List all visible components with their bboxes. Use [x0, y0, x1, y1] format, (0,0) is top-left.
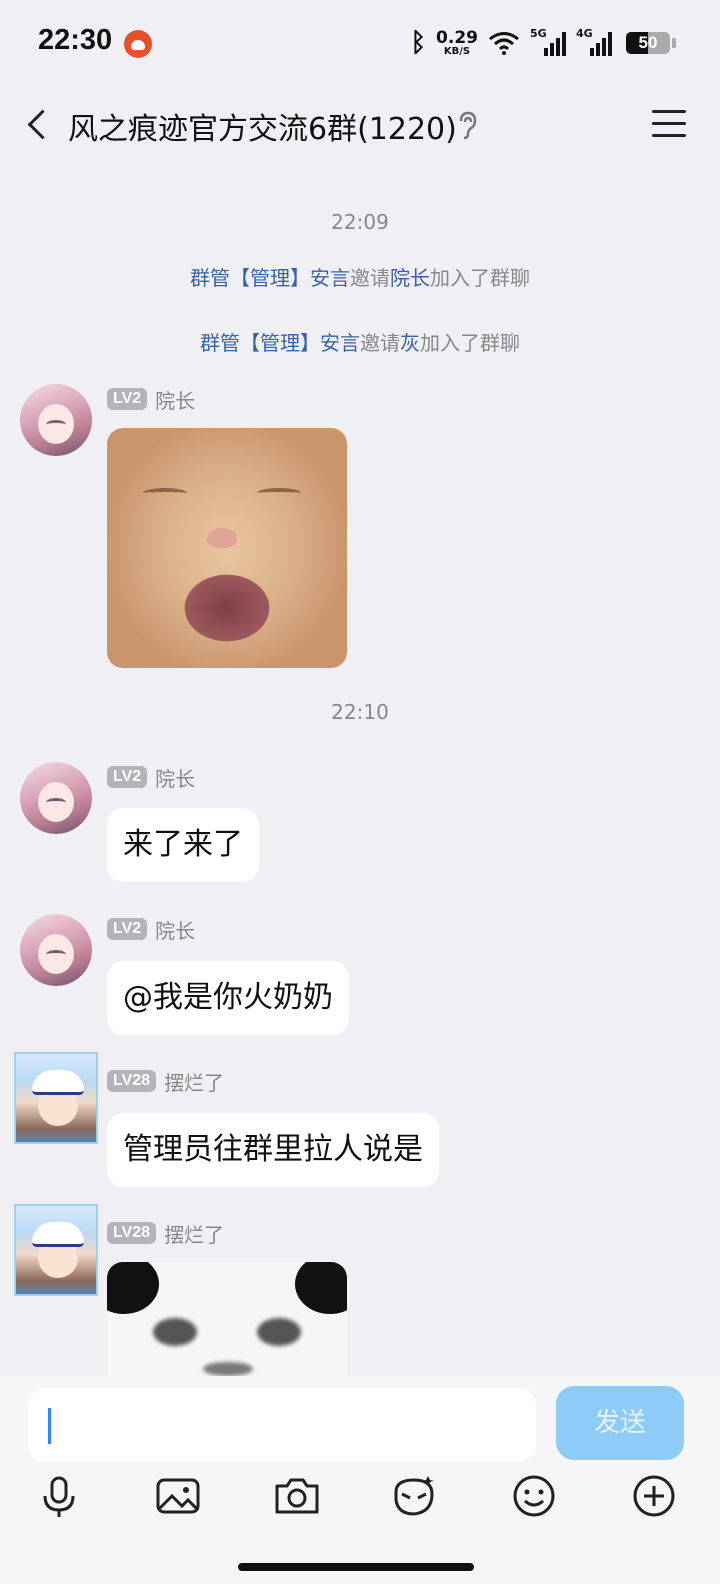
back-button[interactable]: [20, 102, 60, 148]
panda-sticker-image[interactable]: [107, 1262, 347, 1376]
signal-4g-icon: 4G: [576, 27, 612, 56]
bluetooth-icon: ᛒ: [410, 28, 427, 58]
sender-name[interactable]: 院长: [155, 915, 195, 944]
level-badge: LV28: [107, 1222, 157, 1244]
system-message: 群管【管理】安言邀请灰加入了群聊: [0, 327, 720, 356]
time-separator: 22:10: [331, 700, 389, 724]
home-indicator[interactable]: [238, 1563, 474, 1571]
plus-icon[interactable]: [628, 1470, 680, 1522]
sender-name[interactable]: 摆烂了: [164, 1219, 224, 1248]
cat-sticker-image[interactable]: [107, 428, 347, 668]
network-speed: 0.29 KB/S: [436, 27, 478, 57]
signal-4g-label: 4G: [576, 27, 593, 40]
menu-button[interactable]: [652, 110, 686, 138]
level-badge: LV2: [107, 918, 148, 940]
sys-admin-link[interactable]: 群管【管理】安言: [190, 266, 350, 290]
sys-text: 加入了群聊: [420, 331, 520, 355]
status-bar: 22:30 ᛒ 0.29 KB/S 5G 4G 50: [0, 0, 720, 88]
system-message: 群管【管理】安言邀请院长加入了群聊: [0, 262, 720, 291]
time-separator: 22:09: [331, 210, 389, 234]
level-badge: LV2: [107, 766, 148, 788]
net-speed-unit: KB/S: [443, 45, 471, 57]
message-input[interactable]: [28, 1388, 536, 1462]
chat-area[interactable]: 22:09 群管【管理】安言邀请院长加入了群聊 群管【管理】安言邀请灰加入了群聊…: [0, 162, 720, 1376]
sticker-icon[interactable]: [388, 1470, 440, 1522]
text-caret: [48, 1408, 51, 1444]
level-badge: LV28: [107, 1070, 157, 1092]
group-title[interactable]: 风之痕迹官方交流6群(1220): [68, 104, 457, 148]
sys-text: 加入了群聊: [430, 266, 530, 290]
sys-user-link[interactable]: 灰: [400, 331, 420, 355]
net-speed-value: 0.29: [436, 27, 478, 48]
ear-icon: [459, 111, 477, 140]
sys-admin-link[interactable]: 群管【管理】安言: [200, 331, 360, 355]
avatar[interactable]: [14, 1204, 98, 1296]
sender-info: LV2 院长: [107, 915, 195, 943]
status-icons: ᛒ 0.29 KB/S 5G 4G 50: [410, 26, 676, 60]
message-bubble[interactable]: @我是你火奶奶: [107, 961, 349, 1035]
signal-5g-icon: 5G: [530, 27, 566, 56]
microphone-icon[interactable]: [33, 1470, 85, 1522]
sender-info: LV2 院长: [107, 385, 195, 413]
avatar[interactable]: [20, 914, 92, 986]
avatar[interactable]: [20, 762, 92, 834]
send-button[interactable]: 发送: [556, 1386, 684, 1460]
avatar[interactable]: [20, 384, 92, 456]
input-toolbar: [0, 1462, 720, 1546]
signal-5g-label: 5G: [530, 27, 547, 40]
status-time: 22:30: [38, 24, 113, 56]
message-bubble[interactable]: 来了来了: [107, 808, 259, 882]
sender-info: LV28 摆烂了: [107, 1219, 224, 1247]
title-bar: 风之痕迹官方交流6群(1220): [0, 88, 720, 162]
sender-info: LV2 院长: [107, 763, 195, 791]
battery-icon: 50: [626, 32, 670, 54]
sender-name[interactable]: 院长: [155, 763, 195, 792]
sys-user-link[interactable]: 院长: [390, 266, 430, 290]
camera-icon[interactable]: [271, 1470, 323, 1522]
image-icon[interactable]: [152, 1470, 204, 1522]
sender-info: LV28 摆烂了: [107, 1067, 224, 1095]
sender-name[interactable]: 院长: [155, 385, 195, 414]
sys-text: 邀请: [350, 266, 390, 290]
wifi-icon: [489, 32, 519, 55]
app-notification-icon: [124, 30, 152, 58]
emoji-icon[interactable]: [508, 1470, 560, 1522]
message-bubble[interactable]: 管理员往群里拉人说是: [107, 1113, 439, 1187]
input-area: 发送: [0, 1376, 720, 1584]
sys-text: 邀请: [360, 331, 400, 355]
avatar[interactable]: [14, 1052, 98, 1144]
sender-name[interactable]: 摆烂了: [164, 1067, 224, 1096]
level-badge: LV2: [107, 388, 148, 410]
battery-level: 50: [638, 33, 658, 52]
